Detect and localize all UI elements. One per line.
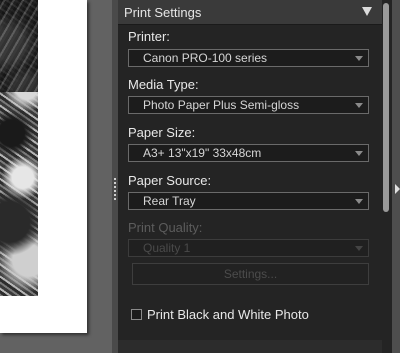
printer-select[interactable]: Canon PRO-100 series	[128, 49, 369, 67]
triangle-right-icon[interactable]	[395, 184, 400, 194]
paper-preview	[0, 0, 87, 333]
paper-source-select[interactable]: Rear Tray	[128, 192, 369, 210]
splitter-grip-icon[interactable]	[114, 178, 116, 202]
chevron-down-icon	[355, 151, 363, 156]
chevron-down-icon	[355, 103, 363, 108]
print-quality-label: Print Quality:	[128, 220, 203, 235]
photo-preview-shadow	[0, 0, 38, 92]
right-edge-strip	[392, 0, 400, 353]
panel-title: Print Settings	[124, 5, 202, 20]
print-quality-select: Quality 1	[128, 239, 369, 257]
paper-size-select[interactable]: A3+ 13"x19" 33x48cm	[128, 144, 369, 162]
chevron-down-icon	[355, 246, 363, 251]
print-preview-area	[0, 0, 112, 353]
media-type-value: Photo Paper Plus Semi-gloss	[143, 98, 300, 112]
chevron-down-icon	[355, 56, 363, 61]
panel-footer	[118, 340, 382, 353]
media-type-select[interactable]: Photo Paper Plus Semi-gloss	[128, 96, 369, 114]
media-type-label: Media Type:	[128, 77, 199, 92]
printer-value: Canon PRO-100 series	[143, 51, 268, 65]
printer-label: Printer:	[128, 29, 170, 44]
scrollbar-thumb[interactable]	[383, 3, 389, 212]
bw-photo-checkbox[interactable]	[131, 309, 142, 320]
paper-source-value: Rear Tray	[143, 194, 196, 208]
settings-button: Settings...	[132, 263, 369, 285]
triangle-down-icon[interactable]	[362, 7, 372, 16]
bw-photo-checkbox-label[interactable]: Print Black and White Photo	[147, 307, 309, 322]
panel-header[interactable]: Print Settings	[118, 0, 382, 25]
print-settings-panel: Print Settings Printer: Canon PRO-100 se…	[118, 0, 382, 353]
print-quality-value: Quality 1	[143, 241, 191, 255]
paper-size-value: A3+ 13"x19" 33x48cm	[143, 146, 262, 160]
photo-preview-image	[0, 0, 38, 296]
paper-size-label: Paper Size:	[128, 125, 196, 140]
paper-source-label: Paper Source:	[128, 173, 212, 188]
chevron-down-icon	[355, 199, 363, 204]
